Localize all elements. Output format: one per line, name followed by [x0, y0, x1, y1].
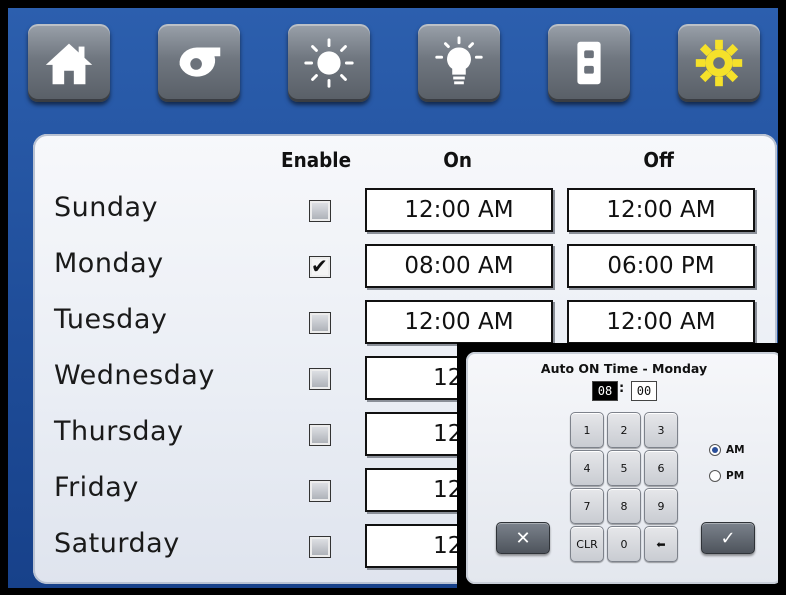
sun-icon — [304, 38, 354, 88]
day-label: Wednesday — [54, 360, 215, 391]
home-button[interactable] — [28, 24, 110, 102]
home-icon — [45, 43, 93, 85]
off-header: Off — [643, 148, 674, 172]
keypad-key-4[interactable]: 4 — [570, 450, 604, 486]
pm-radio[interactable]: PM — [709, 470, 744, 482]
enable-header: Enable — [281, 148, 352, 172]
time-picker-body: Auto ON Time - Monday 08 : 00 123 456 789 C… — [466, 352, 778, 584]
dialog-title: Auto ON Time - Monday — [540, 361, 708, 376]
pm-label: PM — [726, 470, 745, 482]
enable-checkbox[interactable]: ✔ — [309, 254, 331, 278]
enable-checkbox[interactable] — [309, 480, 331, 502]
day-label: Sunday — [54, 192, 159, 223]
day-label: Saturday — [54, 528, 180, 559]
time-separator: : — [619, 381, 625, 396]
keypad-key-7[interactable]: 7 — [570, 488, 604, 524]
keypad-key-1[interactable]: 1 — [570, 412, 604, 448]
settings-button[interactable] — [678, 24, 760, 102]
keypad-key-3[interactable]: 3 — [644, 412, 678, 448]
day-label: Thursday — [54, 416, 184, 447]
gear-icon — [695, 39, 743, 87]
keypad-key-6[interactable]: 6 — [644, 450, 678, 486]
outlet-icon — [577, 41, 601, 85]
enable-checkbox[interactable] — [309, 368, 331, 390]
sun-button[interactable] — [288, 24, 370, 102]
day-label: Tuesday — [54, 304, 168, 335]
confirm-button[interactable]: ✓ — [701, 522, 755, 554]
enable-checkbox[interactable] — [309, 312, 331, 334]
time-picker-dialog: Auto ON Time - Monday 08 : 00 123 456 789 C… — [457, 343, 778, 588]
am-radio[interactable]: AM — [709, 444, 745, 456]
cancel-button[interactable]: ✕ — [496, 522, 550, 554]
am-radio-dot — [709, 444, 721, 456]
enable-checkbox[interactable] — [309, 424, 331, 446]
enable-checkbox[interactable] — [309, 200, 331, 222]
day-label: Friday — [54, 472, 139, 503]
fan-icon — [179, 47, 221, 77]
light-button[interactable] — [418, 24, 500, 102]
off-time-field[interactable]: 12:00 AM — [567, 300, 755, 344]
hours-field[interactable]: 08 — [592, 381, 618, 401]
backspace-key[interactable]: ⬅ — [644, 526, 678, 562]
keypad-key-2[interactable]: 2 — [607, 412, 641, 448]
outlet-button[interactable] — [548, 24, 630, 102]
fan-button[interactable] — [158, 24, 240, 102]
day-label: Monday — [54, 248, 164, 279]
keypad-key-9[interactable]: 9 — [644, 488, 678, 524]
on-time-field[interactable]: 12:00 AM — [365, 188, 553, 232]
am-label: AM — [726, 444, 745, 456]
keypad-key-0[interactable]: 0 — [607, 526, 641, 562]
device-frame: Enable On Off Sunday 12:00 AM 12:00 AM Mond… — [0, 0, 786, 595]
pm-radio-dot — [709, 470, 721, 482]
schedule-row: Monday ✔ 08:00 AM 06:00 PM — [8, 244, 778, 300]
keypad-key-5[interactable]: 5 — [607, 450, 641, 486]
on-time-field[interactable]: 12:00 AM — [365, 300, 553, 344]
on-header: On — [443, 148, 472, 172]
schedule-row: Sunday 12:00 AM 12:00 AM — [8, 188, 778, 244]
checkmark-icon: ✔ — [311, 254, 328, 278]
touch-screen: Enable On Off Sunday 12:00 AM 12:00 AM Mond… — [8, 8, 778, 588]
lightbulb-icon — [435, 36, 483, 85]
off-time-field[interactable]: 12:00 AM — [567, 188, 755, 232]
minutes-field[interactable]: 00 — [631, 381, 657, 401]
keypad-key-8[interactable]: 8 — [607, 488, 641, 524]
clear-key[interactable]: CLR — [570, 526, 604, 562]
off-time-field[interactable]: 06:00 PM — [567, 244, 755, 288]
enable-checkbox[interactable] — [309, 536, 331, 558]
on-time-field[interactable]: 08:00 AM — [365, 244, 553, 288]
